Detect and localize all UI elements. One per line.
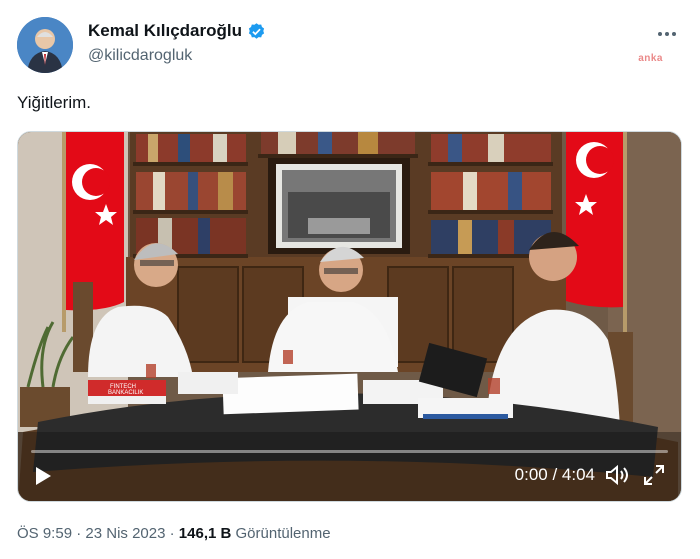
video-time: 0:00 / 4:04 bbox=[514, 465, 595, 484]
book-cover-text-line-2: BANKACILIK bbox=[108, 390, 143, 396]
video-controls: 0:00 / 4:04 bbox=[18, 441, 681, 501]
fullscreen-icon[interactable] bbox=[643, 464, 665, 486]
play-icon[interactable] bbox=[32, 465, 54, 487]
tweet-time[interactable]: ÖS 9:59 bbox=[17, 525, 72, 542]
tweet-header: Kemal Kılıçdaroğlu @kilicdarogluk anka bbox=[17, 17, 683, 77]
video-progress-bar[interactable] bbox=[31, 450, 668, 453]
meta-separator: · bbox=[76, 525, 82, 542]
more-options-icon[interactable] bbox=[657, 21, 677, 42]
tweet-text: Yiğitlerim. bbox=[17, 93, 91, 112]
tweet-meta: ÖS 9:59 · 23 Nis 2023 · 146,1 B Görüntül… bbox=[17, 525, 331, 542]
author-handle[interactable]: @kilicdarogluk bbox=[88, 47, 266, 65]
avatar[interactable] bbox=[17, 17, 73, 73]
tweet-date[interactable]: 23 Nis 2023 bbox=[85, 525, 165, 542]
verified-badge-icon bbox=[247, 22, 266, 41]
views-count[interactable]: 146,1 B bbox=[179, 525, 232, 542]
volume-icon[interactable] bbox=[605, 464, 629, 486]
meta-separator: · bbox=[169, 525, 175, 542]
author-name[interactable]: Kemal Kılıçdaroğlu bbox=[88, 21, 242, 41]
video-player[interactable]: FINTECH BANKACILIK 0:00 / 4:04 bbox=[17, 131, 682, 502]
watermark: anka bbox=[638, 53, 663, 64]
views-label: Görüntülenme bbox=[235, 525, 331, 542]
